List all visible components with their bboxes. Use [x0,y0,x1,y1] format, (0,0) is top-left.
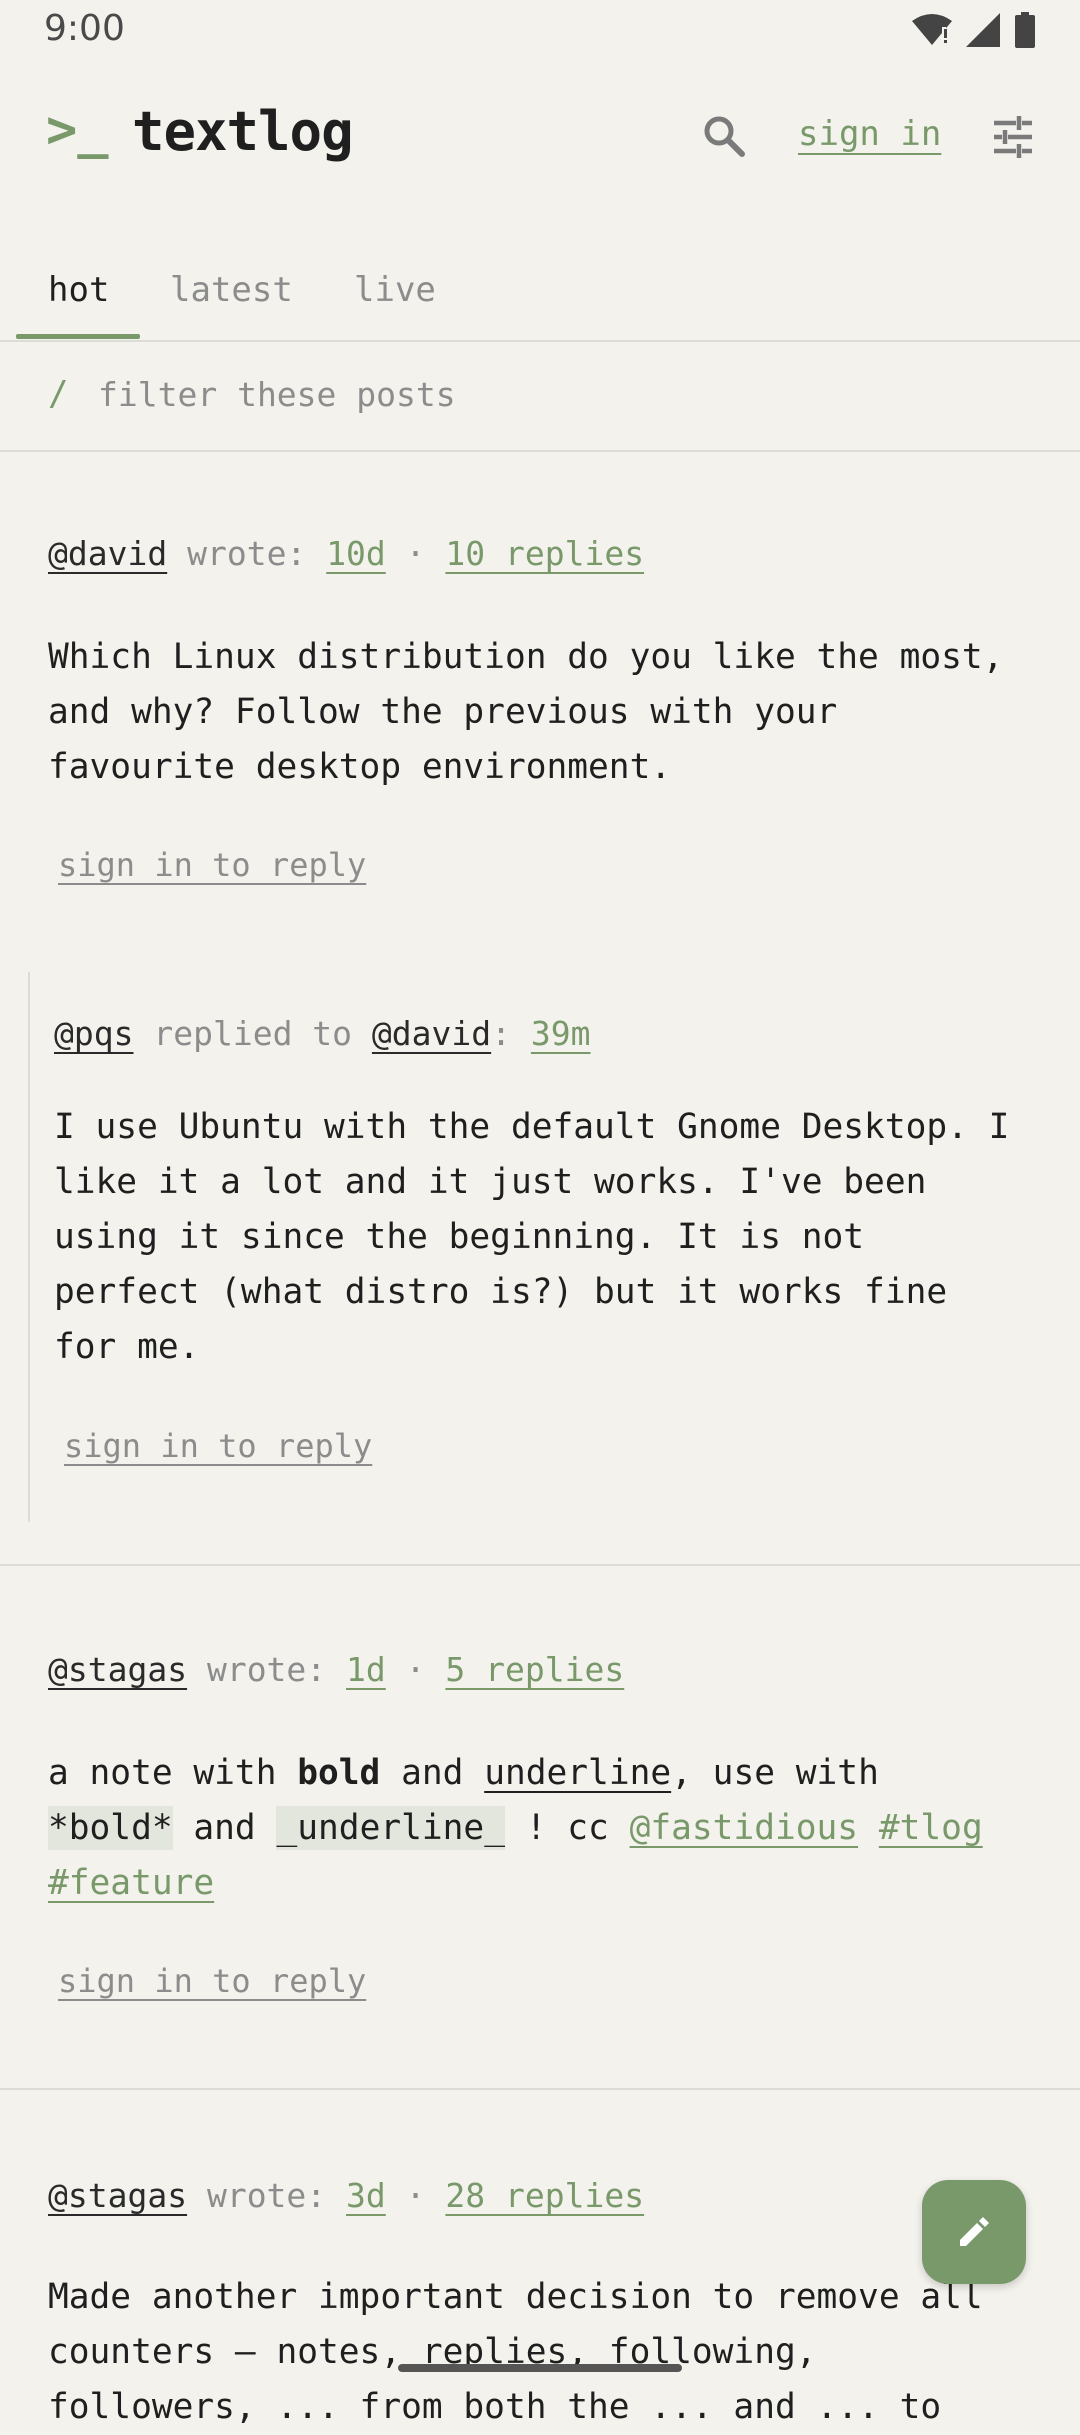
bold-text: bold [297,1753,381,1793]
sign-in-to-reply-link[interactable]: sign in to reply [58,1962,366,2000]
divider [0,1564,1080,1566]
reply-body: I use Ubuntu with the default Gnome Desk… [54,1107,1010,1367]
tab-latest[interactable]: latest [170,270,293,310]
active-tab-indicator [16,334,140,339]
hashtag-link[interactable]: #tlog [879,1808,983,1848]
signal-icon [966,13,1000,47]
sign-in-link[interactable]: sign in [798,114,941,154]
post-meta: @stagas wrote: 1d · 5 replies [48,1650,624,1689]
inline-code: _underline_ [276,1806,505,1850]
author-link[interactable]: @pqs [54,1014,133,1053]
wifi-icon [912,14,952,45]
replies-link[interactable]: 10 replies [445,534,644,573]
author-link[interactable]: @stagas [48,2176,187,2215]
post-age-link[interactable]: 10d [326,534,386,573]
compose-button[interactable] [922,2180,1026,2284]
pencil-icon [960,2217,989,2246]
meta-colon: : [491,1014,512,1053]
tune-icon [994,116,1032,158]
meta-separator: · [405,534,426,573]
replies-link[interactable]: 5 replies [445,1650,624,1689]
tab-bar: hot latest live [0,270,1080,342]
settings-button[interactable] [992,116,1034,158]
author-link[interactable]: @david [48,534,167,573]
post-age-link[interactable]: 1d [346,1650,386,1689]
post-age-link[interactable]: 3d [346,2176,386,2215]
home-indicator[interactable] [398,2364,682,2372]
post-age-link[interactable]: 39m [531,1014,591,1053]
post-body: a note with bold and underline, use with… [48,1753,983,1903]
post-body: Made another important decision to remov… [48,2277,983,2427]
reply-meta: @pqs replied to @david: 39m [54,1014,591,1053]
meta-separator: · [405,1650,426,1689]
status-time: 9:00 [44,8,125,49]
mention-link[interactable]: @fastidious [630,1808,858,1848]
divider [0,450,1080,452]
battery-icon [1015,12,1035,48]
thread-line [28,972,30,1522]
post-body: Which Linux distribution do you like the… [48,637,1004,787]
reply-target-link[interactable]: @david [372,1014,491,1053]
app-title[interactable]: textlog [132,100,354,163]
post-action: wrote: [206,1650,327,1689]
post-meta: @david wrote: 10d · 10 replies [48,534,644,573]
status-bar: 9:00 [0,0,1080,64]
post-meta: @stagas wrote: 3d · 28 replies [48,2176,644,2215]
filter-slash: / [48,374,69,414]
search-button[interactable] [700,112,750,162]
tab-hot[interactable]: hot [48,270,109,310]
status-icons [912,12,1036,48]
tab-live[interactable]: live [354,270,436,310]
author-link[interactable]: @stagas [48,1650,187,1689]
logo-prompt: >_ [46,100,109,160]
filter-input[interactable] [98,368,998,420]
replies-link[interactable]: 28 replies [445,2176,644,2215]
divider [0,2088,1080,2090]
search-icon [704,116,745,157]
inline-code: *bold* [48,1806,173,1850]
hashtag-link[interactable]: #feature [48,1863,214,1903]
post-action: wrote: [206,2176,327,2215]
post-action: wrote: [187,534,307,573]
underline-text: underline [484,1753,672,1793]
divider [0,340,1080,342]
sign-in-to-reply-link[interactable]: sign in to reply [58,846,366,884]
post-action: replied to [153,1014,353,1053]
sign-in-to-reply-link[interactable]: sign in to reply [64,1427,372,1465]
meta-separator: · [405,2176,426,2215]
